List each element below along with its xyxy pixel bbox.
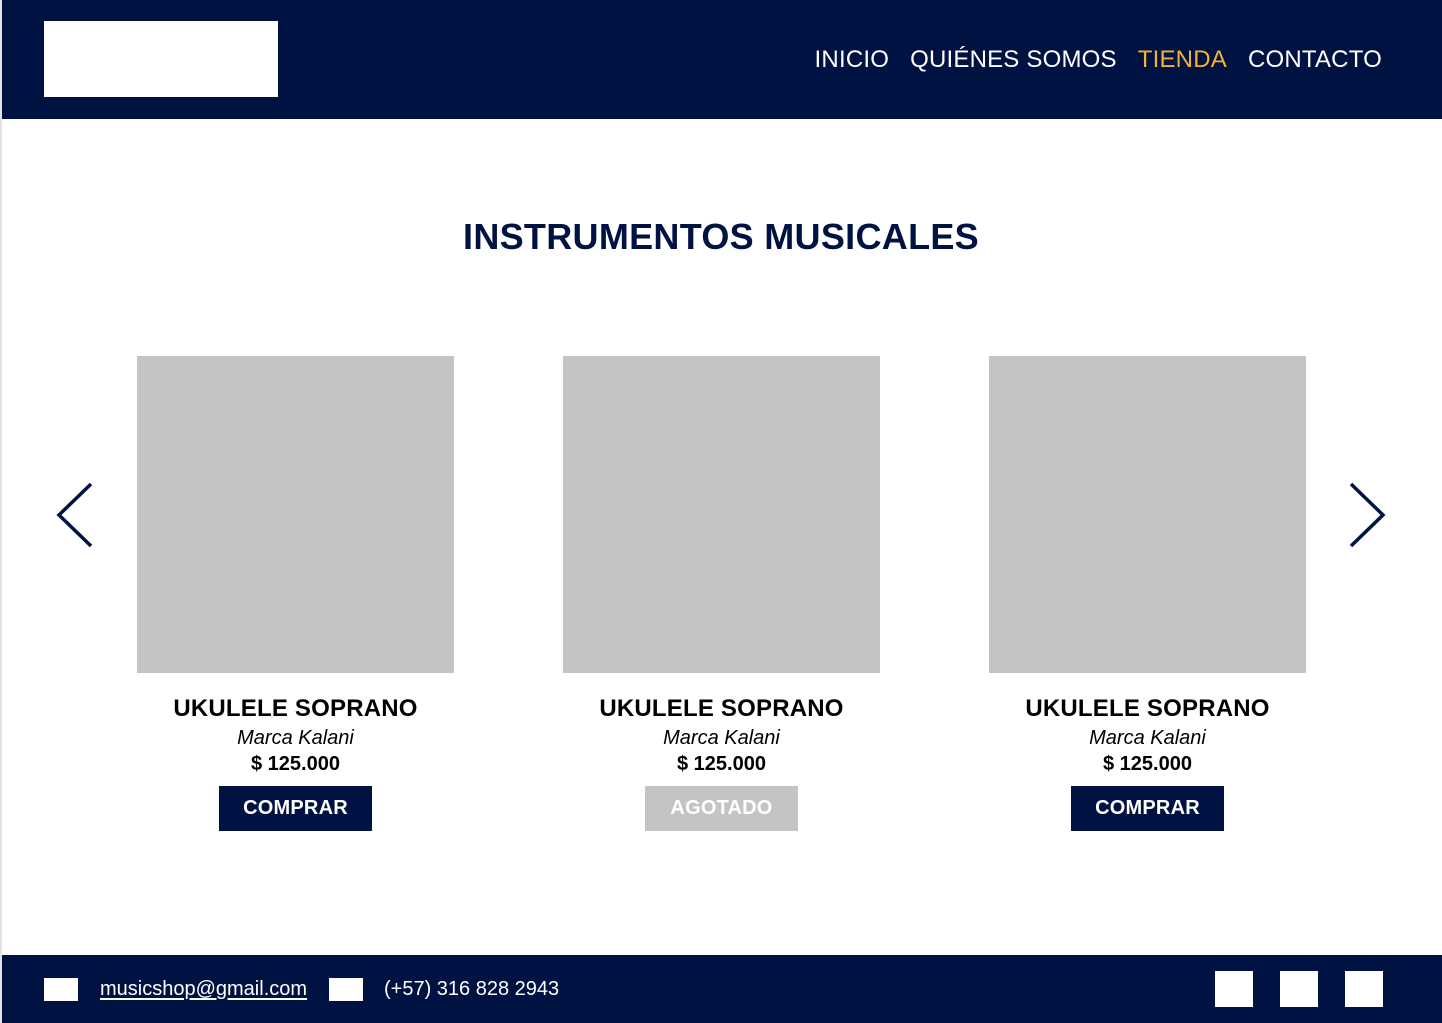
- product-name: UKULELE SOPRANO: [599, 695, 844, 722]
- product-card: UKULELE SOPRANO Marca Kalani $ 125.000 C…: [989, 356, 1306, 831]
- footer-email: musicshop@gmail.com: [100, 976, 307, 1002]
- nav-item-quienes-somos[interactable]: QUIÉNES SOMOS: [910, 44, 1117, 76]
- product-name: UKULELE SOPRANO: [173, 695, 418, 722]
- product-brand: Marca Kalani: [1089, 727, 1206, 749]
- nav-item-tienda[interactable]: TIENDA: [1138, 44, 1227, 76]
- email-icon: [44, 978, 78, 1001]
- nav-item-contacto[interactable]: CONTACTO: [1248, 44, 1382, 76]
- product-card: UKULELE SOPRANO Marca Kalani $ 125.000 A…: [563, 356, 880, 831]
- product-name: UKULELE SOPRANO: [1025, 695, 1270, 722]
- chevron-left-icon: [56, 482, 93, 548]
- product-brand: Marca Kalani: [663, 727, 780, 749]
- sold-out-button: AGOTADO: [645, 786, 798, 831]
- phone-icon: [329, 978, 363, 1001]
- page-edge: [0, 0, 2, 1023]
- social-icon-2[interactable]: [1280, 971, 1318, 1007]
- logo-placeholder[interactable]: [44, 21, 278, 97]
- buy-button[interactable]: COMPRAR: [219, 786, 372, 831]
- carousel-next-button[interactable]: [1347, 482, 1387, 548]
- product-price: $ 125.000: [1103, 753, 1192, 775]
- carousel-prev-button[interactable]: [55, 482, 95, 548]
- email-link[interactable]: musicshop@gmail.com: [100, 978, 307, 1000]
- product-card: UKULELE SOPRANO Marca Kalani $ 125.000 C…: [137, 356, 454, 831]
- nav-item-inicio[interactable]: INICIO: [815, 44, 890, 76]
- product-image[interactable]: [989, 356, 1306, 673]
- product-image[interactable]: [137, 356, 454, 673]
- site-header: INICIO QUIÉNES SOMOS TIENDA CONTACTO: [2, 0, 1442, 119]
- site-footer: musicshop@gmail.com (+57) 316 828 2943: [2, 955, 1442, 1023]
- main-nav: INICIO QUIÉNES SOMOS TIENDA CONTACTO: [815, 44, 1382, 76]
- buy-button[interactable]: COMPRAR: [1071, 786, 1224, 831]
- social-icon-3[interactable]: [1345, 971, 1383, 1007]
- product-price: $ 125.000: [251, 753, 340, 775]
- product-image[interactable]: [563, 356, 880, 673]
- product-brand: Marca Kalani: [237, 727, 354, 749]
- product-price: $ 125.000: [677, 753, 766, 775]
- page-title: INSTRUMENTOS MUSICALES: [463, 216, 979, 257]
- footer-phone: (+57) 316 828 2943: [384, 978, 560, 1000]
- social-icon-1[interactable]: [1215, 971, 1253, 1007]
- chevron-right-icon: [1349, 482, 1386, 548]
